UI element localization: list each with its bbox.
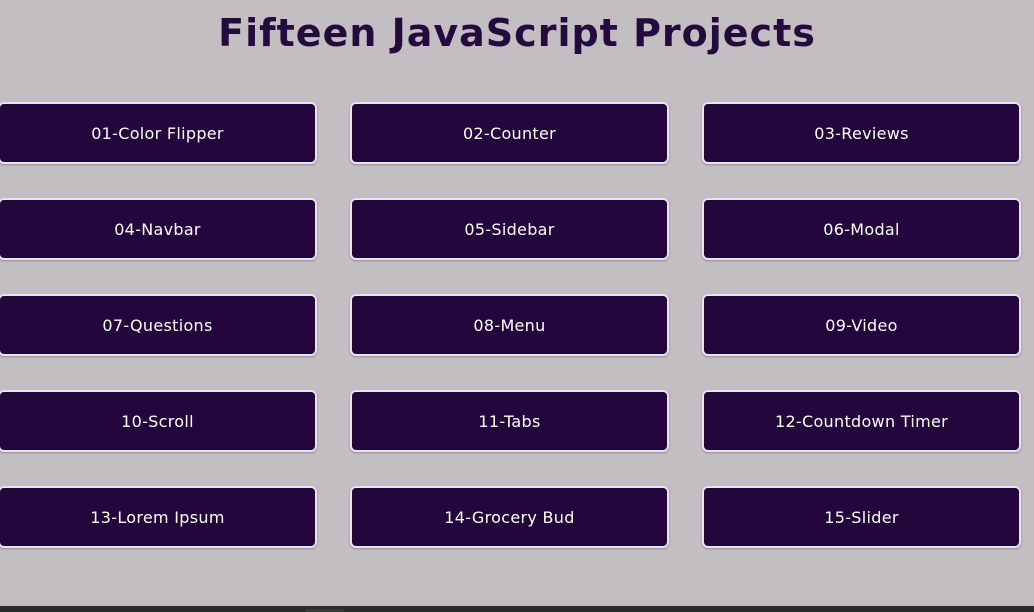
project-link-menu[interactable]: 08-Menu	[350, 294, 669, 356]
project-link-navbar[interactable]: 04-Navbar	[0, 198, 317, 260]
project-link-video[interactable]: 09-Video	[702, 294, 1021, 356]
page: Fifteen JavaScript Projects 01-Color Fli…	[0, 0, 1034, 612]
project-link-grocery-bud[interactable]: 14-Grocery Bud	[350, 486, 669, 548]
projects-grid: 01-Color Flipper 02-Counter 03-Reviews 0…	[0, 102, 1021, 548]
project-link-scroll[interactable]: 10-Scroll	[0, 390, 317, 452]
project-link-color-flipper[interactable]: 01-Color Flipper	[0, 102, 317, 164]
bottom-scrollbar[interactable]	[0, 606, 1034, 612]
project-link-tabs[interactable]: 11-Tabs	[350, 390, 669, 452]
project-link-modal[interactable]: 06-Modal	[702, 198, 1021, 260]
project-link-questions[interactable]: 07-Questions	[0, 294, 317, 356]
page-title: Fifteen JavaScript Projects	[218, 11, 816, 55]
project-link-lorem-ipsum[interactable]: 13-Lorem Ipsum	[0, 486, 317, 548]
project-link-sidebar[interactable]: 05-Sidebar	[350, 198, 669, 260]
project-link-countdown-timer[interactable]: 12-Countdown Timer	[702, 390, 1021, 452]
project-link-counter[interactable]: 02-Counter	[350, 102, 669, 164]
project-link-reviews[interactable]: 03-Reviews	[702, 102, 1021, 164]
project-link-slider[interactable]: 15-Slider	[702, 486, 1021, 548]
